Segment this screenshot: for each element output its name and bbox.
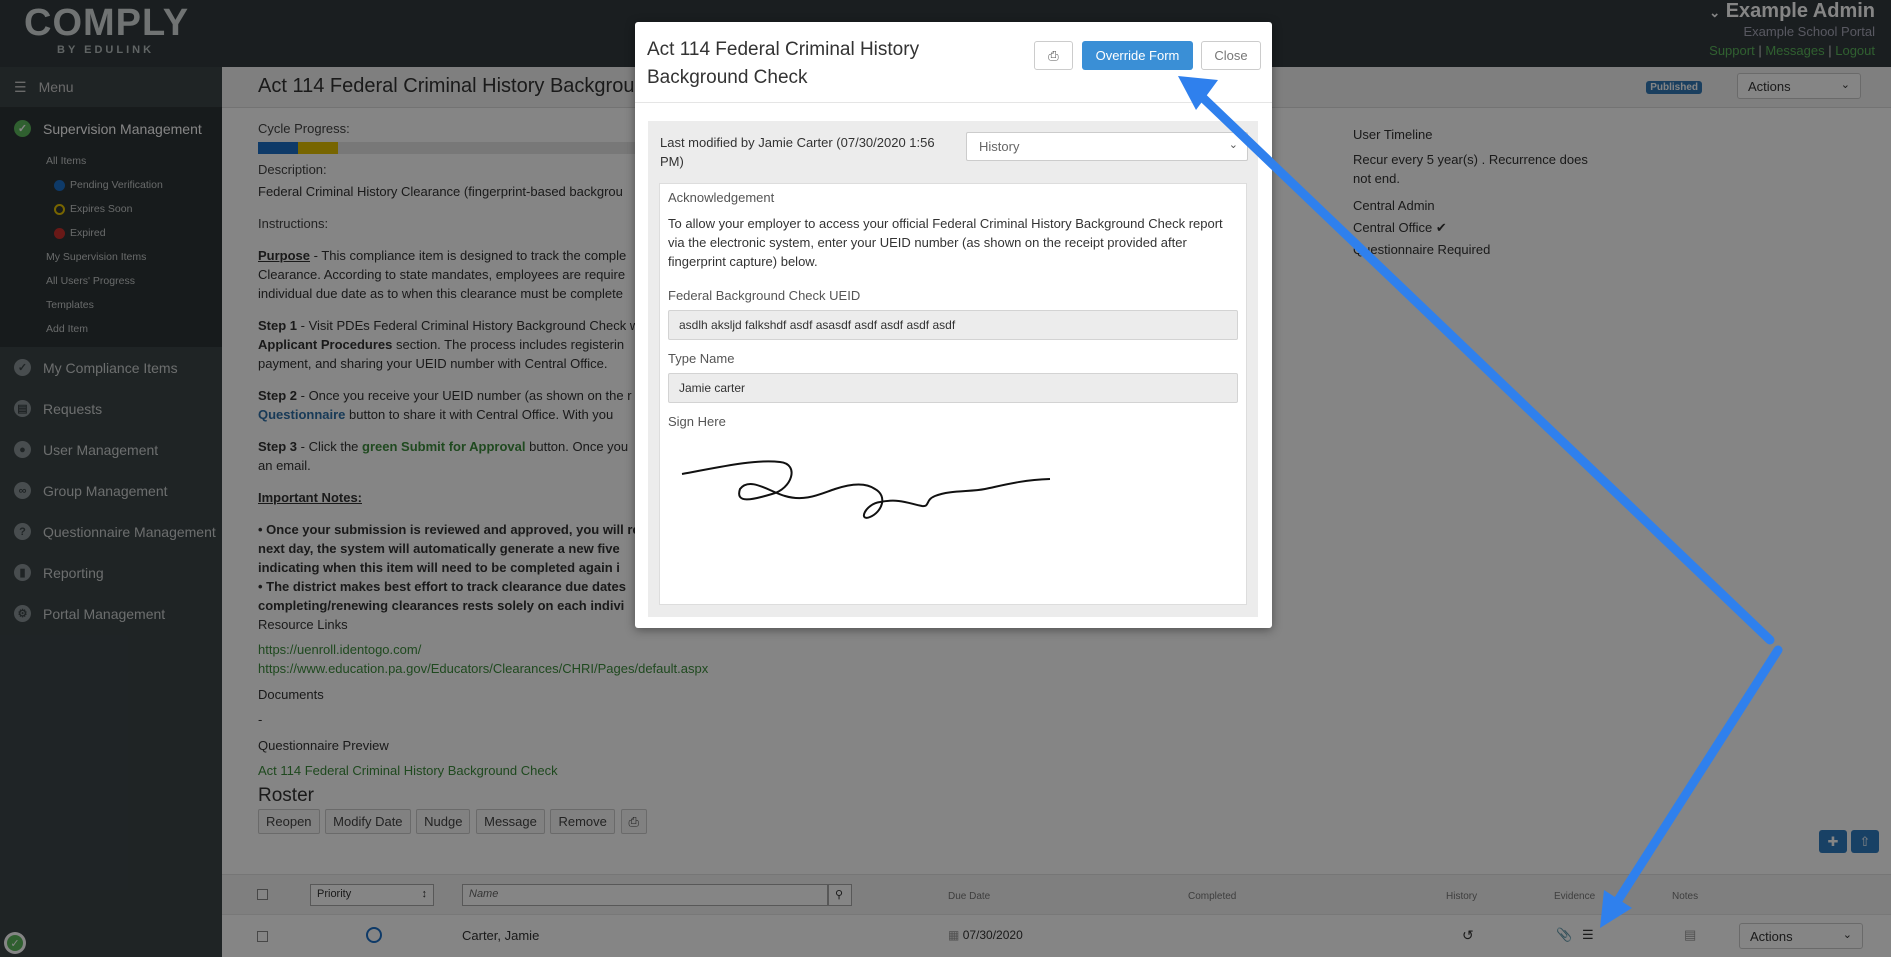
arrow-line-upper [1195, 90, 1775, 645]
annotation-arrows [1178, 76, 1783, 928]
arrow-line-lower [1610, 645, 1783, 910]
